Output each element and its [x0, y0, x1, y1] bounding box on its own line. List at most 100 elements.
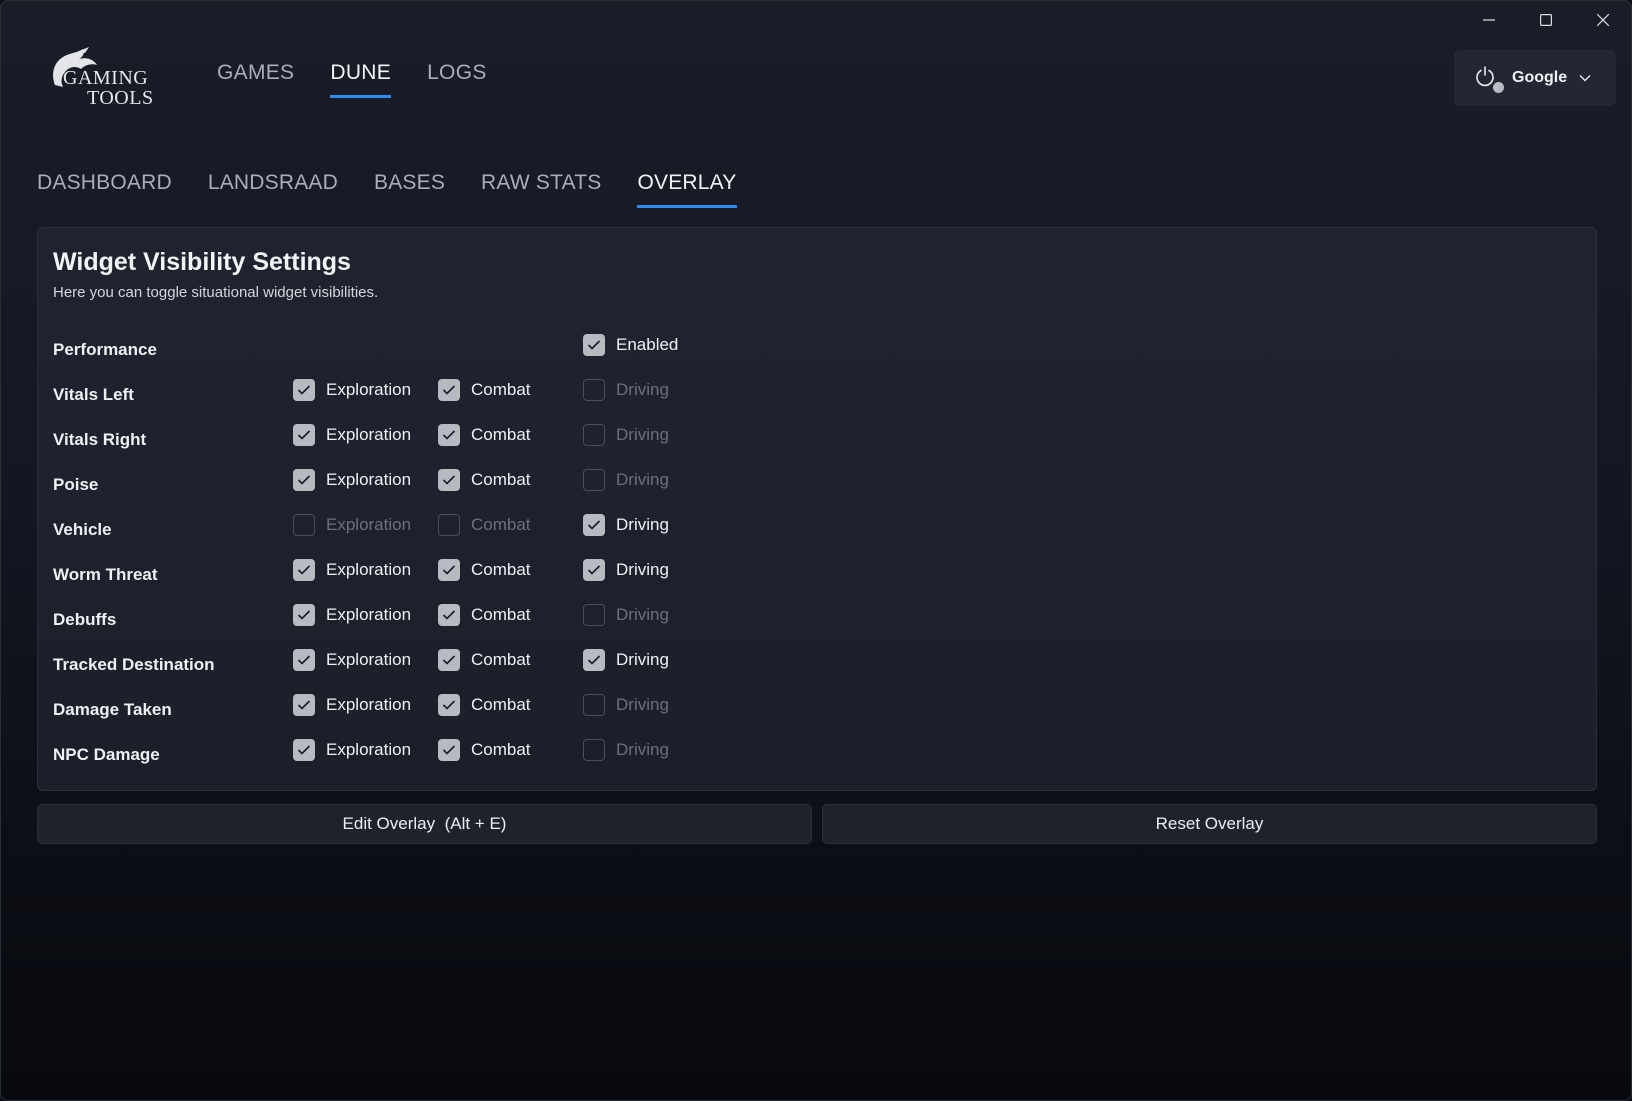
reset-overlay-button[interactable]: Reset Overlay [822, 804, 1597, 844]
checkbox-empty-icon [583, 604, 605, 626]
widget-label: Vitals Left [53, 385, 134, 404]
checkbox-combat[interactable]: Combat [438, 559, 531, 581]
widget-row: Tracked Destination Exploration Combat Driv… [53, 643, 953, 688]
checkbox-empty-icon [583, 469, 605, 491]
checkbox-label: Driving [616, 425, 669, 444]
top-nav: GAMES DUNE LOGS [217, 61, 487, 98]
app-logo[interactable]: GAMING TOOLS [49, 45, 161, 111]
checkbox-label: Exploration [326, 425, 412, 444]
checkbox-driving[interactable]: Driving [583, 469, 669, 491]
checkbox-driving[interactable]: Driving [583, 514, 669, 536]
checkbox-driving[interactable]: Driving [583, 739, 669, 761]
checkbox-label: Combat [471, 515, 531, 534]
app-window: GAMING TOOLS GAMES DUNE LOGS Google DASH… [0, 0, 1632, 1101]
checkbox-label: Exploration [326, 740, 412, 759]
checkbox-checked-icon [583, 559, 605, 581]
widget-label: NPC Damage [53, 745, 160, 764]
checkbox-exploration[interactable]: Exploration [293, 559, 411, 581]
tab-raw-stats[interactable]: RAW STATS [481, 171, 601, 208]
account-button[interactable]: Google [1454, 50, 1616, 106]
minimize-button[interactable] [1460, 1, 1517, 39]
edit-overlay-button[interactable]: Edit Overlay (Alt + E) [37, 804, 812, 844]
checkbox-label: Exploration [326, 650, 412, 669]
maximize-icon [1539, 14, 1552, 26]
tab-bases[interactable]: BASES [374, 171, 445, 208]
checkbox-label: Combat [471, 380, 531, 399]
checkbox-empty-icon [583, 739, 605, 761]
checkbox-combat[interactable]: Combat [438, 469, 531, 491]
nav-logs[interactable]: LOGS [427, 61, 487, 98]
widget-label: Poise [53, 475, 99, 494]
checkbox-exploration[interactable]: Exploration [293, 379, 411, 401]
checkbox-combat[interactable]: Combat [438, 379, 531, 401]
checkbox-combat[interactable]: Combat [438, 514, 531, 536]
widget-row: Performance Enabled [53, 328, 953, 373]
checkbox-label: Driving [616, 650, 669, 669]
window-controls [1460, 1, 1631, 39]
checkbox-label: Combat [471, 470, 531, 489]
checkbox-checked-icon [293, 739, 315, 761]
checkbox-exploration[interactable]: Exploration [293, 469, 411, 491]
panel-title: Widget Visibility Settings [53, 248, 351, 276]
checkbox-driving[interactable]: Driving [583, 379, 669, 401]
widget-row: Poise Exploration Combat Driving [53, 463, 953, 508]
widget-label: Damage Taken [53, 700, 172, 719]
checkbox-label: Driving [616, 470, 669, 489]
widget-label: Vitals Right [53, 430, 147, 449]
checkbox-exploration[interactable]: Exploration [293, 514, 411, 536]
checkbox-checked-icon [438, 379, 460, 401]
close-icon [1596, 14, 1609, 26]
checkbox-checked-icon [293, 379, 315, 401]
checkbox-label: Driving [616, 695, 669, 714]
checkbox-checked-icon [293, 559, 315, 581]
close-button[interactable] [1574, 1, 1631, 39]
checkbox-checked-icon [438, 694, 460, 716]
checkbox-checked-icon [438, 424, 460, 446]
checkbox-combat[interactable]: Combat [438, 604, 531, 626]
checkbox-combat[interactable]: Combat [438, 424, 531, 446]
checkbox-exploration[interactable]: Exploration [293, 424, 411, 446]
checkbox-driving[interactable]: Driving [583, 604, 669, 626]
tab-landsraad[interactable]: LANDSRAAD [208, 171, 338, 208]
checkbox-driving[interactable]: Driving [583, 649, 669, 671]
checkbox-label: Exploration [326, 470, 412, 489]
widget-row: Vitals Right Exploration Combat Driving [53, 418, 953, 463]
tab-dashboard[interactable]: DASHBOARD [37, 171, 172, 208]
chevron-down-icon [1579, 75, 1591, 82]
checkbox-exploration[interactable]: Exploration [293, 739, 411, 761]
widget-row: Vehicle Exploration Combat Driving [53, 508, 953, 553]
checkbox-driving[interactable]: Driving [583, 559, 669, 581]
checkbox-label: Driving [616, 560, 669, 579]
checkbox-exploration[interactable]: Exploration [293, 604, 411, 626]
tab-overlay[interactable]: OVERLAY [637, 171, 737, 208]
nav-games[interactable]: GAMES [217, 61, 294, 98]
checkbox-checked-icon [438, 469, 460, 491]
widget-label: Worm Threat [53, 565, 158, 584]
checkbox-label: Exploration [326, 605, 412, 624]
checkbox-driving[interactable]: Driving [583, 694, 669, 716]
checkbox-enabled[interactable]: Enabled [583, 334, 678, 356]
checkbox-checked-icon [583, 649, 605, 671]
checkbox-empty-icon [583, 694, 605, 716]
checkbox-empty-icon [293, 514, 315, 536]
checkbox-label: Combat [471, 740, 531, 759]
checkbox-checked-icon [438, 739, 460, 761]
widget-label: Tracked Destination [53, 655, 215, 674]
status-dot [1493, 82, 1504, 93]
checkbox-empty-icon [583, 424, 605, 446]
nav-dune[interactable]: DUNE [330, 61, 392, 98]
widget-row: NPC Damage Exploration Combat Driving [53, 733, 953, 778]
power-status [1474, 65, 1504, 93]
checkbox-driving[interactable]: Driving [583, 424, 669, 446]
maximize-button[interactable] [1517, 1, 1574, 39]
checkbox-combat[interactable]: Combat [438, 694, 531, 716]
widget-visibility-panel: Widget Visibility Settings Here you can … [37, 227, 1597, 791]
checkbox-checked-icon [293, 469, 315, 491]
checkbox-combat[interactable]: Combat [438, 739, 531, 761]
checkbox-exploration[interactable]: Exploration [293, 694, 411, 716]
checkbox-combat[interactable]: Combat [438, 649, 531, 671]
widget-rows: Performance Enabled Vitals Left Exploration… [53, 328, 953, 778]
checkbox-empty-icon [583, 379, 605, 401]
checkbox-exploration[interactable]: Exploration [293, 649, 411, 671]
checkbox-checked-icon [438, 559, 460, 581]
